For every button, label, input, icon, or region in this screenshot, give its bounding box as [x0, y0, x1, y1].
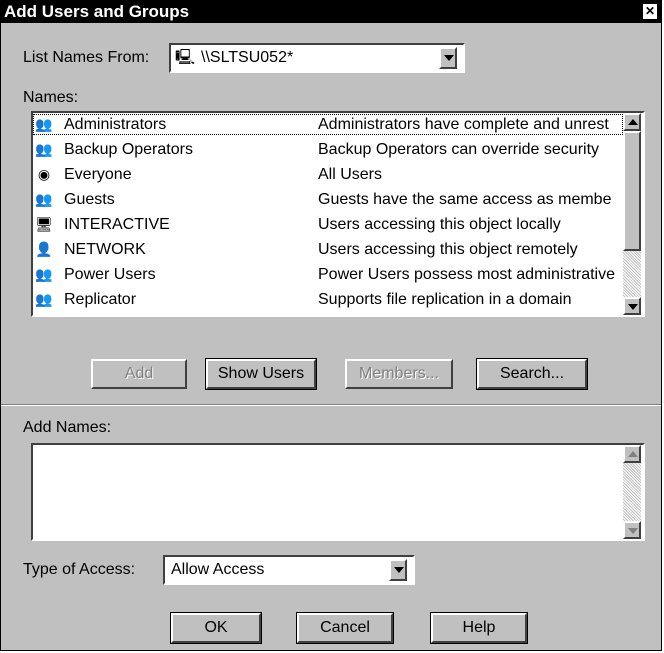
interactive-icon: 🖥 — [35, 216, 53, 232]
item-description: Backup Operators can override security — [318, 141, 600, 158]
add-button[interactable]: Add — [91, 359, 187, 389]
list-names-from-label: List Names From: — [23, 49, 150, 66]
item-description: Power Users possess most administrative — [318, 266, 615, 283]
list-item[interactable]: 👥 Backup Operators Backup Operators can ov… — [33, 139, 623, 160]
title-bar: Add Users and Groups ✕ — [1, 1, 661, 23]
scroll-up-icon[interactable] — [623, 113, 641, 131]
show-users-button[interactable]: Show Users — [205, 358, 317, 390]
search-button[interactable]: Search... — [476, 358, 588, 390]
add-names-field[interactable] — [31, 443, 645, 541]
list-item[interactable]: 👥 Guests Guests have the same access as me… — [33, 189, 623, 210]
item-name: Guests — [64, 191, 115, 208]
list-names-from-combo[interactable]: 🖳 \\SLTSU052* — [169, 43, 465, 73]
group-icon: 👥 — [35, 141, 53, 157]
item-description: Users accessing this object remotely — [318, 241, 578, 258]
item-name: NETWORK — [64, 241, 146, 258]
item-description: All Users — [318, 166, 383, 183]
add-names-scrollbar[interactable] — [623, 445, 641, 539]
names-label: Names: — [23, 89, 79, 106]
add-names-label: Add Names: — [23, 419, 112, 436]
scroll-up-icon[interactable] — [623, 445, 641, 463]
item-name: Backup Operators — [64, 141, 193, 158]
list-item[interactable]: 👤 NETWORK Users accessing this object remo… — [33, 239, 623, 260]
list-item[interactable]: 👥 Administrators Administrators have compl… — [33, 114, 623, 135]
help-button[interactable]: Help — [430, 612, 528, 644]
computer-icon: 🖳 — [175, 49, 196, 66]
list-item[interactable]: 👥 Replicator Supports file replication in … — [33, 289, 623, 310]
item-description: Administrators have complete and unrest — [318, 116, 609, 133]
ok-button[interactable]: OK — [170, 612, 262, 644]
group-icon: 👥 — [35, 266, 53, 282]
item-name: INTERACTIVE — [64, 216, 170, 233]
add-users-groups-dialog: Add Users and Groups ✕ List Names From: … — [0, 0, 662, 651]
separator — [1, 404, 661, 406]
network-icon: 👤 — [35, 241, 53, 257]
group-icon: 👥 — [35, 291, 53, 307]
scroll-down-icon[interactable] — [623, 297, 641, 315]
type-of-access-select[interactable]: Allow Access — [163, 555, 415, 585]
item-description: Supports file replication in a domain — [318, 291, 572, 308]
scroll-track[interactable] — [623, 463, 641, 521]
list-item[interactable]: ◉ Everyone All Users — [33, 164, 623, 185]
members-button[interactable]: Members... — [345, 359, 453, 389]
item-description: Guests have the same access as membe — [318, 191, 612, 208]
chevron-down-icon[interactable] — [439, 47, 457, 69]
scroll-thumb[interactable] — [623, 131, 641, 251]
group-icon: 👥 — [35, 191, 53, 207]
names-list[interactable]: 👥 Administrators Administrators have compl… — [31, 111, 645, 317]
group-icon: 👥 — [35, 116, 53, 132]
scroll-track[interactable] — [623, 251, 641, 297]
window-title: Add Users and Groups — [4, 2, 190, 21]
item-name: Administrators — [64, 116, 167, 133]
item-description: Users accessing this object locally — [318, 216, 561, 233]
item-name: Power Users — [64, 266, 156, 283]
list-item[interactable]: 🖥 INTERACTIVE Users accessing this object … — [33, 214, 623, 235]
scroll-down-icon[interactable] — [623, 521, 641, 539]
globe-icon: ◉ — [37, 166, 51, 182]
list-item[interactable]: 👥 Power Users Power Users possess most adm… — [33, 264, 623, 285]
close-icon[interactable]: ✕ — [643, 4, 657, 19]
item-name: Replicator — [64, 291, 137, 308]
type-of-access-label: Type of Access: — [23, 561, 136, 578]
type-of-access-value: Allow Access — [171, 561, 265, 578]
names-scrollbar[interactable] — [623, 113, 641, 315]
cancel-button[interactable]: Cancel — [296, 612, 394, 644]
item-name: Everyone — [64, 166, 132, 183]
list-names-from-value: \\SLTSU052* — [201, 49, 294, 66]
chevron-down-icon[interactable] — [389, 559, 407, 581]
